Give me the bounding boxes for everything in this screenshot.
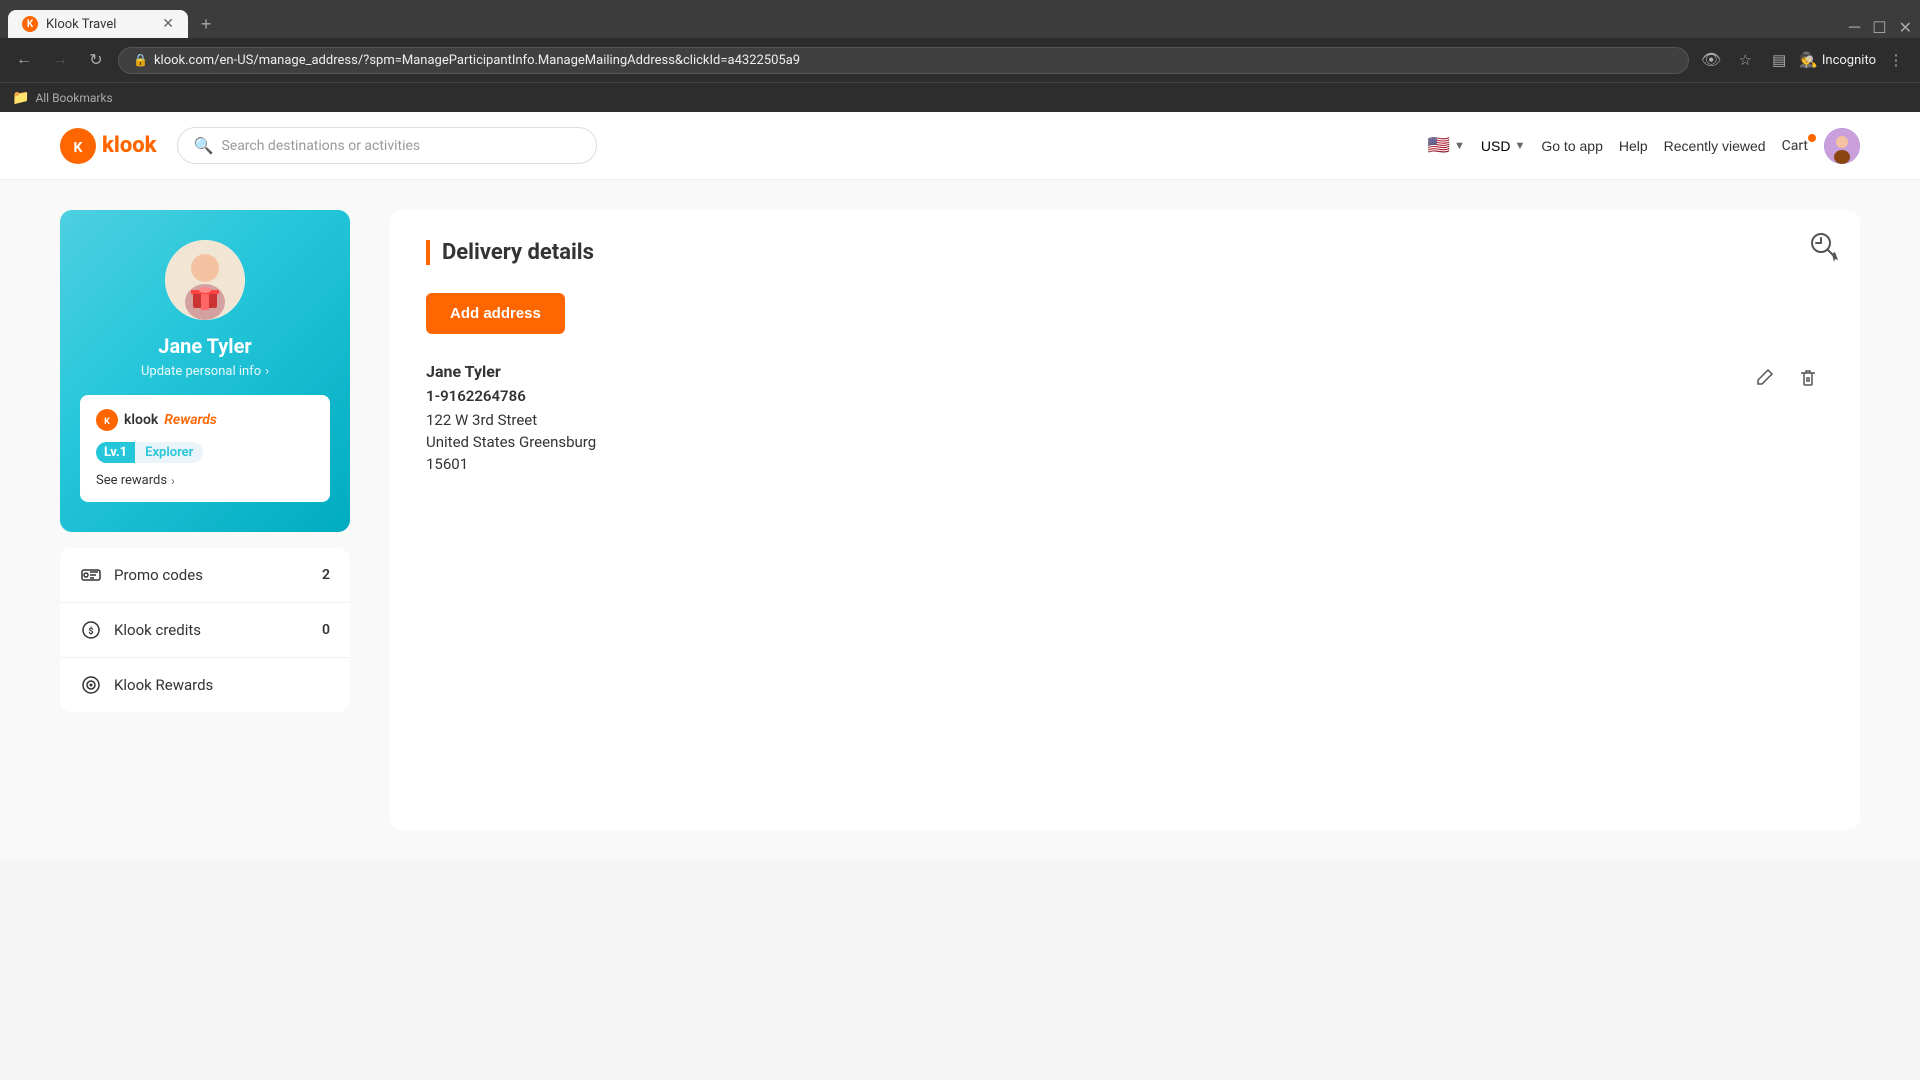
currency-label: USD [1481,138,1511,154]
incognito-icon: 🕵 [1799,51,1818,69]
see-rewards-link[interactable]: See rewards › [96,473,314,488]
maximize-button[interactable]: ☐ [1872,18,1886,38]
search-bar[interactable]: 🔍 Search destinations or activities [177,127,597,164]
profile-card: Jane Tyler Update personal info › K kloo… [60,210,350,532]
delivery-content-area: Delivery details Add address Jane Tyler … [390,210,1860,830]
level-badge: Lv.1 Explorer [96,442,203,463]
promo-codes-label: Promo codes [114,566,310,584]
address-city-state: United States Greensburg [426,433,1824,451]
promo-codes-count: 2 [322,567,330,583]
browser-tab[interactable]: K Klook Travel ✕ [8,10,188,38]
currency-selector[interactable]: USD ▼ [1481,138,1525,154]
search-icon: 🔍 [194,136,214,155]
profile-name: Jane Tyler [80,334,330,358]
address-bar[interactable]: 🔒 klook.com/en-US/manage_address/?spm=Ma… [118,47,1689,74]
go-to-app-link[interactable]: Go to app [1541,138,1603,154]
logo[interactable]: K klook [60,128,157,164]
main-content: Jane Tyler Update personal info › K kloo… [0,180,1920,860]
see-rewards-chevron-icon: › [171,474,175,488]
tab-favicon: K [22,16,38,32]
bookmarks-label: All Bookmarks [35,91,112,105]
tab-title: Klook Travel [46,17,116,32]
promo-codes-menu-item[interactable]: Promo codes 2 [60,548,350,603]
add-address-button[interactable]: Add address [426,293,565,334]
help-link[interactable]: Help [1619,138,1648,154]
address-zip: 15601 [426,455,1824,473]
bookmarks-folder-icon: 📁 [12,90,29,106]
klook-credits-count: 0 [322,622,330,638]
lock-icon: 🔒 [133,53,148,67]
eye-slash-icon[interactable]: 👁 [1697,46,1725,74]
logo-text: klook [102,133,157,158]
sidebar-toggle-icon[interactable]: ▤ [1765,46,1793,74]
website-content: K klook 🔍 Search destinations or activit… [0,112,1920,860]
main-nav: K klook 🔍 Search destinations or activit… [0,112,1920,180]
klook-credits-menu-item[interactable]: $ Klook credits 0 [60,603,350,658]
back-button[interactable]: ← [10,46,38,74]
cursor-indicator [1808,230,1840,266]
sidebar-menu: Promo codes 2 $ Klook credits 0 [60,548,350,712]
language-selector[interactable]: 🇺🇸 ▼ [1428,135,1465,156]
chevron-right-icon: › [265,364,269,379]
klook-rewards-logo: K klook Rewards [96,409,314,431]
close-window-button[interactable]: ✕ [1899,18,1912,38]
address-name: Jane Tyler [426,362,1824,381]
reload-button[interactable]: ↻ [82,46,110,74]
address-actions [1748,362,1824,394]
klook-rewards-label: Klook Rewards [114,676,330,694]
svg-text:K: K [74,140,83,156]
nav-right: 🇺🇸 ▼ USD ▼ Go to app Help Recently viewe… [1428,128,1860,164]
address-phone: 1-9162264786 [426,387,1824,405]
update-personal-info-link[interactable]: Update personal info › [80,364,330,379]
incognito-badge: 🕵 Incognito [1799,51,1876,69]
new-tab-button[interactable]: + [192,10,220,38]
profile-avatar [165,240,245,320]
delete-address-button[interactable] [1792,362,1824,394]
cart-dot-badge [1808,134,1816,142]
rewards-icon [80,674,102,696]
svg-text:K: K [104,417,110,427]
currency-chevron-icon: ▼ [1514,140,1525,152]
forward-button[interactable]: → [46,46,74,74]
chevron-down-icon: ▼ [1454,140,1465,152]
klook-rewards-menu-item[interactable]: Klook Rewards [60,658,350,712]
minimize-button[interactable]: ─ [1849,19,1860,37]
coin-icon: $ [80,619,102,641]
flag-icon: 🇺🇸 [1428,135,1450,156]
recently-viewed-link[interactable]: Recently viewed [1664,138,1766,154]
rewards-card: K klook Rewards Lv.1 Explorer See reward… [80,395,330,502]
address-street: 122 W 3rd Street [426,411,1824,429]
address-card: Jane Tyler 1-9162264786 122 W 3rd Street… [426,362,1824,473]
search-placeholder: Search destinations or activities [221,138,420,154]
ticket-icon [80,564,102,586]
klook-credits-label: Klook credits [114,621,310,639]
avatar-image [1824,128,1860,164]
svg-text:$: $ [88,626,93,637]
edit-address-button[interactable] [1748,362,1780,394]
bookmark-icon[interactable]: ☆ [1731,46,1759,74]
tab-close-btn[interactable]: ✕ [162,16,174,32]
cart-link[interactable]: Cart [1782,138,1808,154]
extensions-icon[interactable]: ⋮ [1882,46,1910,74]
delivery-section-title: Delivery details [426,240,1824,265]
sidebar: Jane Tyler Update personal info › K kloo… [60,210,350,830]
avatar[interactable] [1824,128,1860,164]
klook-mini-logo-icon: K [96,409,118,431]
url-text: klook.com/en-US/manage_address/?spm=Mana… [154,53,800,68]
